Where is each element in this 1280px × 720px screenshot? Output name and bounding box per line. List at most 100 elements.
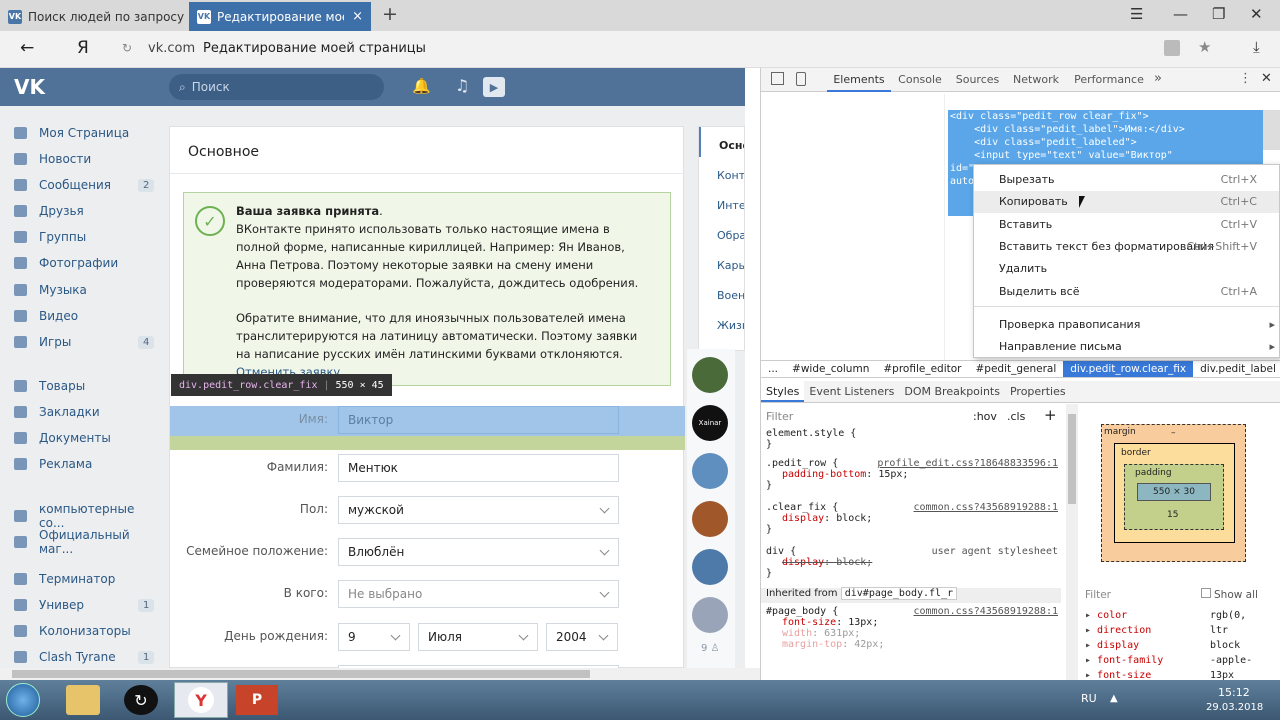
sidebar-item[interactable]: Новости bbox=[14, 152, 154, 166]
style-rule[interactable]: div {user agent stylesheet display: block… bbox=[766, 546, 1066, 579]
sidebar-item[interactable]: Официальный маг... bbox=[14, 528, 154, 556]
sidebar-item[interactable]: Сообщения 2 bbox=[14, 178, 155, 192]
sidebar-item[interactable]: Музыка bbox=[14, 283, 154, 297]
context-menu-item[interactable]: Вставить текст без форматирования Ctrl+Sh… bbox=[974, 236, 1279, 258]
sidebar-item[interactable]: Игры 4 bbox=[14, 335, 155, 349]
code-line[interactable]: <div class="pedit_labeled"> bbox=[950, 136, 1185, 149]
context-menu-item[interactable]: Копировать Ctrl+C bbox=[974, 191, 1279, 213]
scrollbar-thumb[interactable] bbox=[12, 670, 590, 678]
notifications-bell-icon[interactable]: 🔔 bbox=[412, 77, 431, 95]
breadcrumb-item[interactable]: #pedit_general bbox=[968, 361, 1063, 377]
devtools-tab[interactable]: Elements bbox=[827, 68, 891, 92]
clock-date[interactable]: 29.03.2018 bbox=[1206, 702, 1263, 713]
music-icon[interactable]: ♫ bbox=[455, 76, 469, 95]
style-rule[interactable]: #page_body {common.css?43568919288:1 font… bbox=[766, 606, 1066, 650]
breadcrumb-item[interactable]: ... bbox=[761, 361, 785, 377]
style-rule[interactable]: element.style {} bbox=[766, 428, 1066, 450]
close-tab-icon[interactable]: × bbox=[352, 9, 363, 24]
sidebar-item[interactable]: Универ 1 bbox=[14, 598, 155, 612]
inspect-element-icon[interactable] bbox=[771, 72, 784, 85]
devtools-tab[interactable]: Performance bbox=[1066, 68, 1152, 92]
code-line[interactable]: <div class="pedit_label">Имя:</div> bbox=[950, 123, 1185, 136]
computed-property[interactable]: ▸ font-family -apple- bbox=[1085, 655, 1280, 670]
styles-filter-input[interactable]: Filter bbox=[766, 410, 793, 423]
section-menu-item[interactable]: Военная служба bbox=[699, 277, 744, 307]
styles-subtab[interactable]: DOM Breakpoints bbox=[899, 381, 1005, 402]
powerpoint-taskbar-icon[interactable]: P bbox=[236, 685, 278, 715]
field-select[interactable]: мужской bbox=[338, 496, 619, 524]
browser-tab-edit-page[interactable]: VK Редактирование моей ст × bbox=[189, 2, 371, 31]
lock-icon[interactable] bbox=[1164, 40, 1180, 56]
start-button[interactable] bbox=[6, 683, 40, 717]
field-select[interactable]: Влюблён bbox=[338, 538, 619, 566]
breadcrumb-item[interactable]: div.pedit_label bbox=[1193, 361, 1280, 377]
devtools-tab[interactable]: Network bbox=[1006, 68, 1066, 92]
field-select[interactable]: Не выбрано bbox=[338, 580, 619, 608]
sidebar-item[interactable]: Товары bbox=[14, 379, 154, 393]
url-page-title[interactable]: Редактирование моей страницы bbox=[203, 41, 426, 56]
refresh-icon[interactable]: ↻ bbox=[122, 41, 132, 55]
yandex-logo-icon[interactable]: Я bbox=[77, 38, 89, 58]
computed-property[interactable]: ▸ direction ltr bbox=[1085, 625, 1280, 640]
bookmark-star-icon[interactable]: ★ bbox=[1198, 38, 1211, 56]
vk-logo-icon[interactable]: VK bbox=[14, 75, 45, 99]
back-button[interactable]: ← bbox=[20, 38, 34, 58]
context-menu-item[interactable]: Направление письма ▸ bbox=[974, 336, 1279, 358]
language-indicator[interactable]: RU bbox=[1081, 692, 1097, 705]
devtools-tab[interactable]: Sources bbox=[949, 68, 1006, 92]
sidebar-item[interactable]: Колонизаторы bbox=[14, 624, 154, 638]
friend-avatar[interactable] bbox=[692, 357, 728, 393]
code-line[interactable]: <input type="text" value="Виктор" bbox=[950, 149, 1185, 162]
sidebar-item[interactable]: Фотографии bbox=[14, 256, 154, 270]
style-rule[interactable]: .clear_fix {common.css?43568919288:1 disp… bbox=[766, 502, 1066, 535]
friend-avatar[interactable] bbox=[692, 549, 728, 585]
new-tab-button[interactable]: + bbox=[382, 3, 398, 25]
field-input[interactable]: Виктор bbox=[338, 406, 619, 434]
sidebar-item[interactable]: Clash Tyrane 1 bbox=[14, 650, 155, 664]
birthday-day-select[interactable]: 9 bbox=[338, 623, 410, 651]
computed-property[interactable]: ▸ color rgb(0, bbox=[1085, 610, 1280, 625]
code-line[interactable]: <div class="pedit_row clear_fix"> bbox=[950, 110, 1185, 123]
elements-scrollbar[interactable] bbox=[1263, 110, 1280, 150]
clock-time[interactable]: 15:12 bbox=[1218, 686, 1250, 699]
field-input[interactable]: Ментюк bbox=[338, 454, 619, 482]
devtools-tab[interactable]: Console bbox=[891, 68, 949, 92]
hov-toggle[interactable]: :hov bbox=[973, 410, 997, 423]
context-menu-item[interactable]: Вставить Ctrl+V bbox=[974, 214, 1279, 236]
sidebar-item[interactable]: Реклама bbox=[14, 457, 154, 471]
play-icon[interactable]: ▶ bbox=[483, 77, 505, 97]
close-window-icon[interactable]: ✕ bbox=[1250, 5, 1263, 23]
styles-subtab[interactable]: Styles bbox=[761, 381, 805, 402]
download-icon[interactable]: ⤓ bbox=[1253, 38, 1260, 56]
explorer-taskbar-icon[interactable] bbox=[66, 685, 100, 715]
tray-arrow-icon[interactable]: ▲ bbox=[1110, 693, 1118, 704]
computed-filter-input[interactable]: Filter bbox=[1085, 589, 1111, 601]
section-menu-item[interactable]: Контакты bbox=[699, 157, 744, 187]
context-menu-item[interactable]: Вырезать Ctrl+X bbox=[974, 169, 1279, 191]
styles-subtab[interactable]: Event Listeners bbox=[804, 381, 899, 402]
close-devtools-icon[interactable]: ✕ bbox=[1261, 71, 1272, 86]
breadcrumb-item[interactable]: #wide_column bbox=[785, 361, 876, 377]
section-menu-item[interactable]: Образование bbox=[699, 217, 744, 247]
sidebar-item[interactable]: компьютерные со... bbox=[14, 502, 154, 530]
horizontal-scrollbar[interactable] bbox=[0, 668, 760, 680]
device-toolbar-icon[interactable] bbox=[796, 72, 806, 86]
sidebar-item[interactable]: Видео bbox=[14, 309, 154, 323]
styles-scrollbar[interactable] bbox=[1066, 404, 1078, 680]
yandex-browser-taskbar-icon[interactable]: Y bbox=[174, 682, 228, 718]
sidebar-item[interactable]: Друзья bbox=[14, 204, 154, 218]
search-input[interactable]: ⌕ Поиск bbox=[169, 74, 384, 100]
context-menu-item[interactable]: Проверка правописания ▸ bbox=[974, 314, 1279, 336]
url-domain[interactable]: vk.com bbox=[148, 41, 195, 56]
sidebar-item[interactable]: Моя Страница bbox=[14, 126, 154, 140]
show-all-checkbox[interactable] bbox=[1201, 588, 1211, 598]
section-menu-item[interactable]: Интересы bbox=[699, 187, 744, 217]
sidebar-item[interactable]: Терминатор bbox=[14, 572, 154, 586]
sidebar-item[interactable]: Документы bbox=[14, 431, 154, 445]
sidebar-item[interactable]: Закладки bbox=[14, 405, 154, 419]
breadcrumb-item[interactable]: div.pedit_row.clear_fix bbox=[1063, 361, 1194, 377]
breadcrumb-item[interactable]: #profile_editor bbox=[876, 361, 968, 377]
birthday-month-select[interactable]: Июля bbox=[418, 623, 538, 651]
birthday-year-select[interactable]: 2004 bbox=[546, 623, 618, 651]
new-rule-icon[interactable]: + bbox=[1044, 406, 1057, 424]
